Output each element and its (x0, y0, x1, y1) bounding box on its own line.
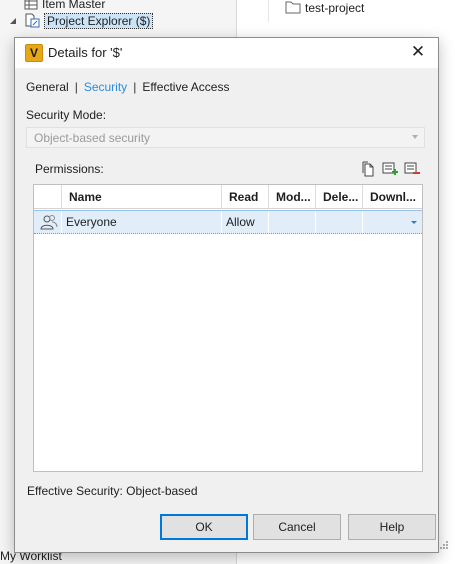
column-header-read[interactable]: Read (222, 185, 269, 209)
permissions-label: Permissions: (35, 162, 104, 176)
column-header-download[interactable]: Downl... (363, 185, 423, 209)
cancel-button[interactable]: Cancel (253, 514, 341, 540)
chevron-down-icon[interactable] (411, 221, 417, 224)
security-mode-label: Security Mode: (26, 108, 107, 122)
permissions-table[interactable]: Name Read Mod... Dele... Downl... Everyo… (33, 184, 423, 472)
dialog-title: Details for '$' (48, 45, 123, 60)
cell-download[interactable] (363, 211, 423, 233)
cell-name: Everyone (62, 211, 222, 233)
remove-entry-icon[interactable] (404, 161, 420, 177)
details-dialog: V Details for '$' ✕ General | Security |… (14, 37, 439, 553)
cell-modify[interactable] (269, 211, 316, 233)
tree-item-project-explorer[interactable]: Project Explorer ($) (24, 12, 154, 31)
effective-security-text: Effective Security: Object-based (27, 484, 198, 498)
tab-effective-access[interactable]: Effective Access (142, 80, 229, 94)
column-header-name[interactable]: Name (62, 185, 222, 209)
column-divider (268, 0, 269, 22)
table-header: Name Read Mod... Dele... Downl... (34, 185, 422, 209)
copy-icon[interactable] (361, 161, 377, 177)
chevron-down-icon[interactable] (9, 17, 19, 27)
icon-column-header[interactable] (34, 185, 62, 209)
column-header-modify[interactable]: Mod... (269, 185, 316, 209)
tab-separator: | (133, 80, 137, 94)
close-icon[interactable]: ✕ (408, 42, 428, 62)
ok-button[interactable]: OK (160, 514, 248, 540)
folder-item-label: test-project (305, 1, 365, 15)
tree-item-label: Project Explorer ($) (44, 13, 154, 29)
tree-item-label: Item Master (42, 0, 106, 11)
dialog-titlebar[interactable]: V Details for '$' ✕ (15, 38, 438, 68)
cell-read[interactable]: Allow (222, 211, 269, 233)
help-button[interactable]: Help (348, 514, 436, 540)
user-group-icon (34, 211, 62, 233)
chevron-down-icon (412, 135, 418, 139)
security-mode-select[interactable]: Object-based security (26, 127, 425, 148)
dialog-tabs: General | Security | Effective Access (26, 78, 229, 96)
resize-grip-icon[interactable] (439, 540, 449, 550)
column-header-delete[interactable]: Dele... (316, 185, 363, 209)
security-mode-value: Object-based security (34, 131, 151, 145)
vault-app-icon: V (25, 44, 43, 62)
folder-item-test-project[interactable]: test-project (285, 0, 364, 17)
tab-separator: | (74, 80, 78, 94)
add-entry-icon[interactable] (382, 161, 398, 177)
tab-security[interactable]: Security (84, 80, 127, 94)
folder-icon (285, 0, 301, 17)
folder-link-icon (24, 12, 40, 31)
cell-delete[interactable] (316, 211, 363, 233)
tab-general[interactable]: General (26, 80, 69, 94)
table-row[interactable]: Everyone Allow (34, 210, 422, 234)
